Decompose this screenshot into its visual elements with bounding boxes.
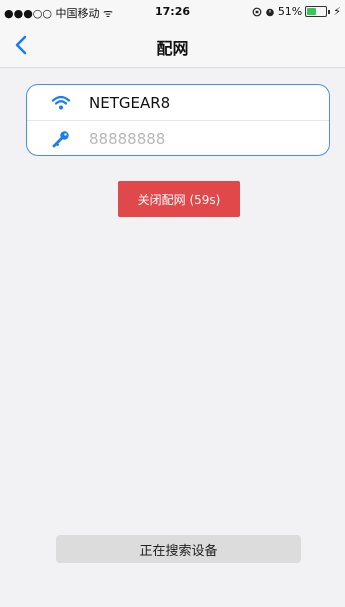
battery-percent: 51% — [277, 5, 303, 18]
ssid-field[interactable]: NETGEAR8 — [89, 94, 170, 112]
alarm-icon — [266, 8, 274, 16]
battery-tip — [328, 9, 331, 14]
battery-fill — [307, 8, 317, 15]
close-config-button[interactable]: 关闭配网 (59s) — [118, 181, 240, 217]
status-bar: ●●●○○ 中国移动 ᯤ 17:26 51% ⚡ — [0, 0, 345, 22]
battery-icon — [305, 6, 328, 17]
charging-icon: ⚡ — [333, 5, 341, 18]
ssid-row[interactable]: NETGEAR8 — [27, 85, 329, 121]
status-right-group: 51% ⚡ — [252, 5, 341, 18]
wifi-icon — [51, 95, 71, 110]
page-title: 配网 — [156, 39, 189, 58]
password-field[interactable]: 88888888 — [89, 130, 165, 148]
password-row[interactable]: 88888888 — [27, 121, 329, 156]
rotation-lock-icon — [252, 7, 262, 16]
wifi-config-card: NETGEAR8 88888888 — [26, 84, 330, 156]
searching-devices-button[interactable]: 正在搜索设备 — [56, 535, 301, 563]
nav-bar: 配网 — [0, 22, 345, 68]
key-icon — [52, 131, 69, 148]
